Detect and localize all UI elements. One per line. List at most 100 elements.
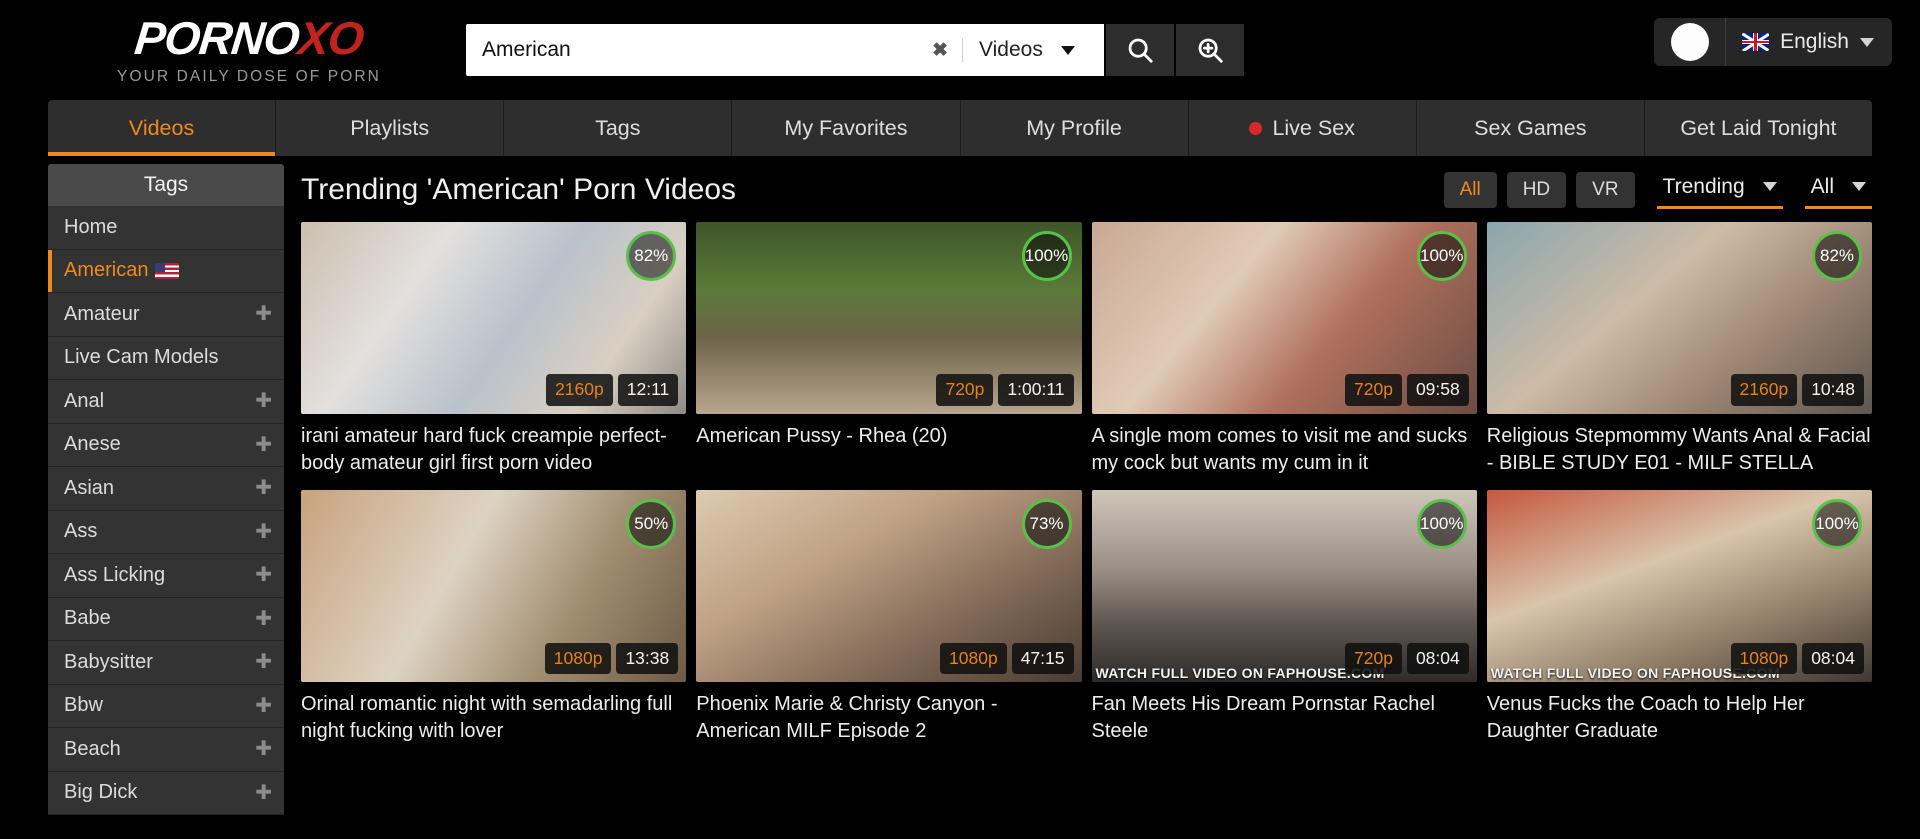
search-type-dropdown[interactable]: Videos xyxy=(962,38,1104,62)
video-thumbnail[interactable]: 82% 2160p 12:11 xyxy=(301,222,687,414)
duration-badge: 08:04 xyxy=(1406,642,1469,675)
nav-item-videos[interactable]: Videos xyxy=(48,100,277,156)
video-title[interactable]: American Pussy - Rhea (20) xyxy=(696,423,1081,450)
sidebar-item-american[interactable]: American xyxy=(48,249,284,293)
nav-item-sex-games[interactable]: Sex Games xyxy=(1417,100,1645,156)
video-thumbnail[interactable]: 82% 2160p 10:48 xyxy=(1486,222,1872,414)
rating-badge: 82% xyxy=(1812,231,1862,281)
sort-dropdown[interactable]: Trending xyxy=(1656,172,1783,209)
sidebar-item-text: Asian xyxy=(64,476,115,499)
advanced-search-button[interactable] xyxy=(1176,24,1244,76)
video-title[interactable]: Fan Meets His Dream Pornstar Rachel Stee… xyxy=(1092,691,1477,744)
sidebar-item-asian[interactable]: Asian ✚ xyxy=(48,467,284,511)
video-title[interactable]: A single mom comes to visit me and sucks… xyxy=(1092,423,1477,476)
sidebar-item-text: Bbw xyxy=(64,694,103,717)
sidebar-item-beach[interactable]: Beach ✚ xyxy=(48,728,284,772)
filter-all[interactable]: All xyxy=(1443,172,1497,208)
sidebar-item-bbw[interactable]: Bbw ✚ xyxy=(48,684,284,728)
video-title[interactable]: irani amateur hard fuck creampie perfect… xyxy=(301,423,686,476)
duration-badge: 13:38 xyxy=(616,642,679,675)
video-thumbnail[interactable]: 100% WATCH FULL VIDEO ON FAPHOUSE.COM 1080… xyxy=(1486,490,1872,683)
sidebar-item-babe[interactable]: Babe ✚ xyxy=(48,597,284,641)
video-thumbnail[interactable]: 100% 720p 09:58 xyxy=(1091,222,1477,414)
nav-item-label: My Favorites xyxy=(784,115,908,140)
language-selector[interactable]: English xyxy=(1725,18,1892,66)
expand-plus-icon[interactable]: ✚ xyxy=(255,652,272,672)
search-type-label: Videos xyxy=(979,38,1043,61)
video-thumbnail[interactable]: 50% 1080p 13:38 xyxy=(301,490,687,683)
expand-plus-icon[interactable]: ✚ xyxy=(255,696,272,716)
sidebar-item-home[interactable]: Home xyxy=(48,206,284,250)
video-title[interactable]: Orinal romantic night with semadarling f… xyxy=(301,691,686,744)
sidebar-item-text: Beach xyxy=(64,737,121,760)
video-thumbnail[interactable]: 73% 1080p 47:15 xyxy=(696,490,1082,683)
expand-plus-icon[interactable]: ✚ xyxy=(255,304,272,324)
expand-plus-icon[interactable]: ✚ xyxy=(255,478,272,498)
sidebar-item-anese[interactable]: Anese ✚ xyxy=(48,423,284,467)
video-card[interactable]: 50% 1080p 13:38 Orinal romantic night with … xyxy=(301,490,687,744)
search-button[interactable] xyxy=(1106,24,1174,76)
nav-item-my-profile[interactable]: My Profile xyxy=(961,100,1189,156)
clear-x-icon[interactable]: ✖ xyxy=(918,39,962,62)
sidebar-item-text: Amateur xyxy=(64,302,140,325)
video-thumbnail[interactable]: 100% 720p 1:00:11 xyxy=(696,222,1082,414)
period-dropdown[interactable]: All xyxy=(1804,172,1872,209)
expand-plus-icon[interactable]: ✚ xyxy=(255,565,272,585)
logo-tagline: YOUR DAILY DOSE OF PORN xyxy=(117,67,381,85)
site-logo[interactable]: PORNOXO YOUR DAILY DOSE OF PORN xyxy=(0,11,420,86)
filter-hd[interactable]: HD xyxy=(1506,172,1567,208)
chevron-down-icon xyxy=(1860,37,1874,47)
quality-badge: 2160p xyxy=(546,374,613,406)
video-card[interactable]: 73% 1080p 47:15 Phoenix Marie & Christy Can… xyxy=(696,490,1082,744)
sidebar-item-big-dick[interactable]: Big Dick ✚ xyxy=(48,771,284,815)
video-title[interactable]: Religious Stepmommy Wants Anal & Facial … xyxy=(1487,423,1872,476)
video-thumbnail[interactable]: 100% WATCH FULL VIDEO ON FAPHOUSE.COM 720p… xyxy=(1091,490,1477,683)
primary-nav: Videos Playlists Tags My Favorites My Profil… xyxy=(48,100,1872,156)
expand-plus-icon[interactable]: ✚ xyxy=(255,783,272,803)
chevron-down-icon xyxy=(1060,45,1075,55)
video-title[interactable]: Venus Fucks the Coach to Help Her Daught… xyxy=(1487,691,1872,744)
video-card[interactable]: 82% 2160p 12:11 irani amateur hard fuck cre… xyxy=(301,222,687,476)
nav-item-my-favorites[interactable]: My Favorites xyxy=(732,100,961,156)
sidebar-item-text: Babe xyxy=(64,607,111,630)
filter-vr[interactable]: VR xyxy=(1576,172,1635,208)
avatar[interactable] xyxy=(1671,23,1710,61)
sidebar-item-live-cam-models[interactable]: Live Cam Models xyxy=(48,336,284,380)
period-label: All xyxy=(1810,174,1834,198)
nav-item-label: Videos xyxy=(128,115,195,140)
nav-item-get-laid-tonight[interactable]: Get Laid Tonight xyxy=(1645,100,1872,156)
sidebar-item-amateur[interactable]: Amateur ✚ xyxy=(48,293,284,337)
video-grid: 82% 2160p 12:11 irani amateur hard fuck cre… xyxy=(301,222,1872,744)
expand-plus-icon[interactable]: ✚ xyxy=(255,435,272,455)
expand-plus-icon[interactable]: ✚ xyxy=(255,391,272,411)
sort-label: Trending xyxy=(1662,174,1745,198)
duration-badge: 47:15 xyxy=(1011,642,1074,675)
video-card[interactable]: 100% 720p 1:00:11 American Pussy - Rhea (20… xyxy=(696,222,1082,476)
sidebar-item-text: Anese xyxy=(64,433,121,456)
expand-plus-icon[interactable]: ✚ xyxy=(255,739,272,759)
video-card[interactable]: 100% WATCH FULL VIDEO ON FAPHOUSE.COM 1080… xyxy=(1486,490,1872,744)
video-title[interactable]: Phoenix Marie & Christy Canyon - America… xyxy=(696,691,1081,744)
sidebar-item-anal[interactable]: Anal ✚ xyxy=(48,380,284,424)
main-content: Trending 'American' Porn Videos All HD VR … xyxy=(284,164,1872,819)
nav-item-tags[interactable]: Tags xyxy=(504,100,733,156)
expand-plus-icon[interactable]: ✚ xyxy=(255,609,272,629)
search-bar: ✖ Videos xyxy=(466,24,1244,76)
video-card[interactable]: 100% WATCH FULL VIDEO ON FAPHOUSE.COM 720p… xyxy=(1091,490,1477,744)
nav-item-playlists[interactable]: Playlists xyxy=(276,100,505,156)
expand-plus-icon[interactable]: ✚ xyxy=(255,522,272,542)
sidebar-item-label: Live Cam Models xyxy=(64,346,272,369)
thumbnail-badges: 1080p 08:04 xyxy=(1730,642,1864,675)
logo-text-accent: XO xyxy=(295,11,366,64)
sidebar-item-label: Ass xyxy=(64,520,255,543)
video-card[interactable]: 100% 720p 09:58 A single mom comes to visit… xyxy=(1091,222,1477,476)
sidebar-item-text: American xyxy=(64,259,149,282)
sidebar-item-ass-licking[interactable]: Ass Licking ✚ xyxy=(48,554,284,598)
sidebar-item-ass[interactable]: Ass ✚ xyxy=(48,510,284,554)
logo-wordmark: PORNOXO xyxy=(132,11,366,64)
nav-item-live-sex[interactable]: Live Sex xyxy=(1189,100,1417,156)
thumbnail-badges: 1080p 13:38 xyxy=(544,642,679,675)
search-input[interactable] xyxy=(466,38,919,62)
video-card[interactable]: 82% 2160p 10:48 Religious Stepmommy Wants A… xyxy=(1486,222,1872,476)
sidebar-item-babysitter[interactable]: Babysitter ✚ xyxy=(48,641,284,685)
